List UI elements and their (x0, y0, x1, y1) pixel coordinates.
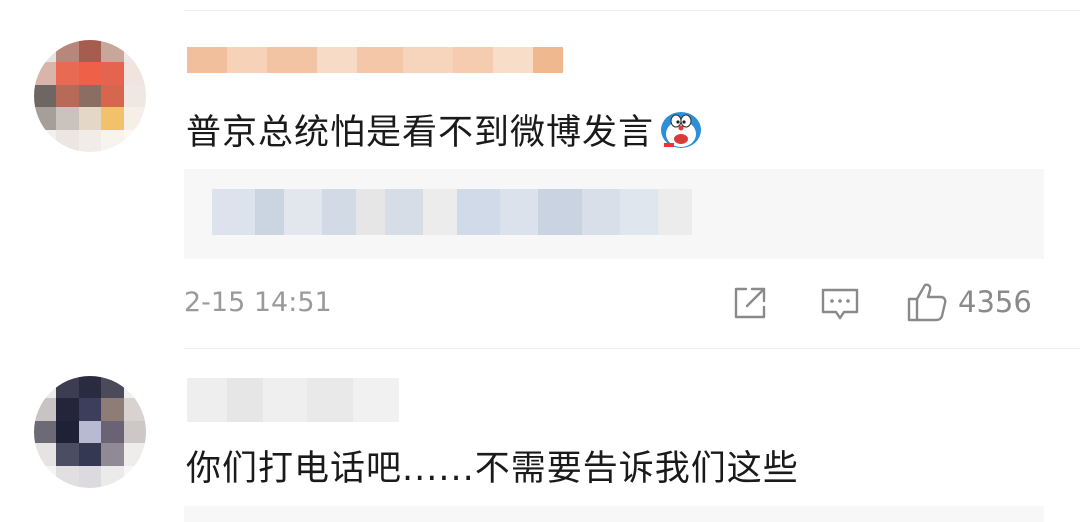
divider-comments (184, 348, 1080, 349)
share-icon (734, 287, 766, 319)
thumbs-up-icon (907, 283, 947, 322)
comment-time-1: 2-15 14:51 (184, 287, 332, 318)
comment-text-1: 普京总统怕是看不到微博发言 (186, 104, 702, 155)
username-1-blurred[interactable] (187, 47, 563, 73)
divider-top (184, 10, 1080, 11)
username-2-blurred[interactable] (187, 378, 399, 422)
comment-text-1-content: 普京总统怕是看不到微博发言 (186, 113, 655, 153)
quoted-reply-box-1[interactable] (184, 169, 1044, 259)
avatar-2[interactable] (34, 376, 146, 488)
doraemon-emoji-icon (661, 112, 702, 148)
quoted-reply-box-2[interactable] (184, 506, 1044, 522)
comment-icon (821, 288, 859, 320)
share-button[interactable] (731, 284, 769, 322)
like-count: 4356 (958, 285, 1032, 319)
like-button[interactable]: 4356 (906, 281, 1032, 323)
quoted-reply-blurred (212, 189, 692, 235)
avatar-1[interactable] (34, 40, 146, 152)
comment-text-2: 你们打电话吧......不需要告诉我们这些 (186, 449, 799, 489)
comment-button[interactable] (820, 286, 860, 322)
